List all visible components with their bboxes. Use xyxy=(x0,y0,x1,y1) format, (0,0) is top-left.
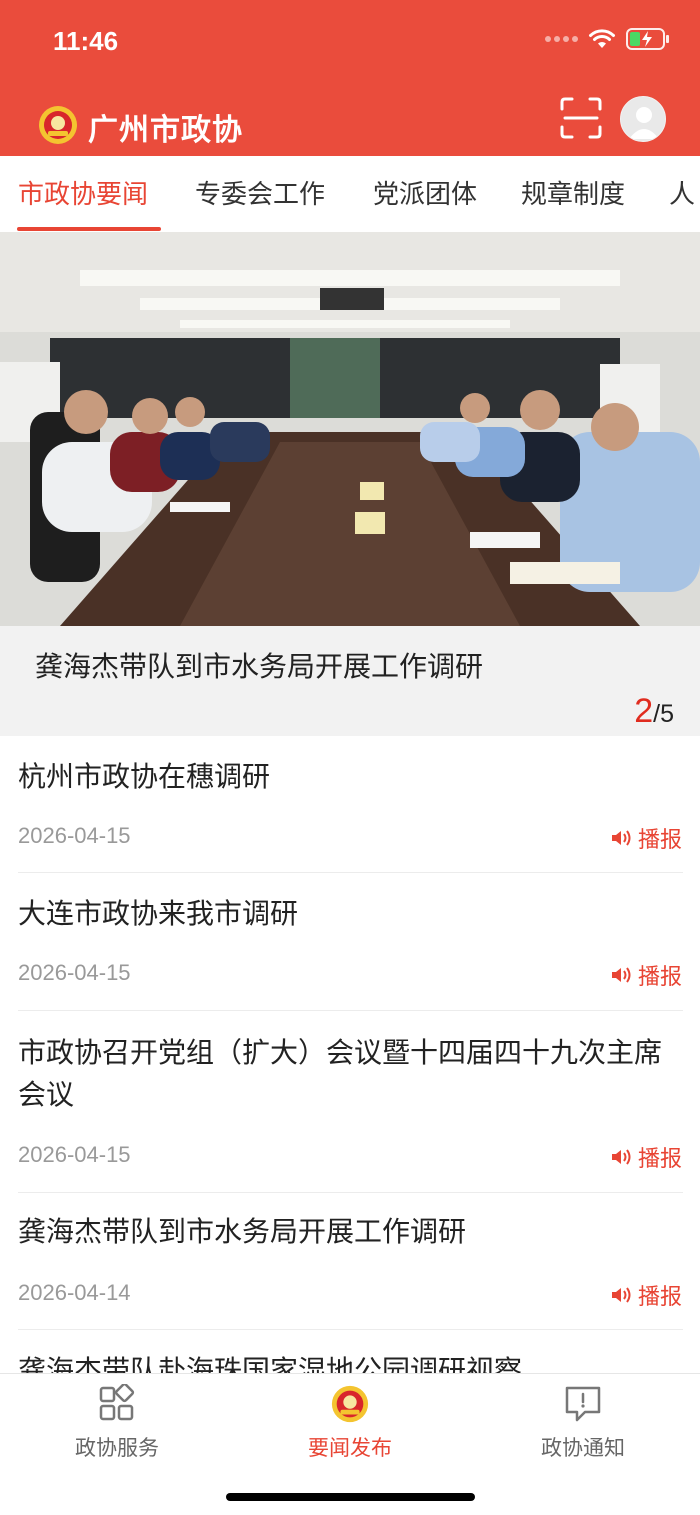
carousel-current-index: 2 xyxy=(634,692,654,730)
nav-services-label: 政协服务 xyxy=(75,1436,159,1460)
notice-bubble-icon xyxy=(565,1386,601,1422)
meeting-photo xyxy=(0,232,700,626)
tab-more[interactable]: 人 xyxy=(669,174,695,211)
carousel-pager: 2/5 xyxy=(634,692,674,731)
battery-charging-icon xyxy=(626,28,669,50)
status-icons xyxy=(545,28,670,50)
cellular-signal-icon xyxy=(545,36,578,42)
category-tabs: 市政协要闻 专委会工作 党派团体 规章制度 人 xyxy=(0,156,700,232)
nav-services[interactable]: 政协服务 xyxy=(37,1384,197,1462)
news-date: 2026-04-15 xyxy=(18,960,131,985)
list-item[interactable]: 龚海杰带队到市水务局开展工作调研 2026-04-14 播报 xyxy=(0,1193,700,1329)
broadcast-button[interactable]: 播报 xyxy=(610,1279,682,1311)
scan-icon[interactable] xyxy=(559,96,603,140)
news-date: 2026-04-14 xyxy=(18,1280,131,1305)
speaker-icon xyxy=(611,830,631,846)
news-title: 大连市政协来我市调研 xyxy=(18,897,299,930)
broadcast-button[interactable]: 播报 xyxy=(610,1141,682,1173)
news-title: 龚海杰带队到市水务局开展工作调研 xyxy=(18,1215,467,1248)
carousel-image[interactable] xyxy=(0,232,700,626)
tab-committee-work[interactable]: 专委会工作 xyxy=(195,174,325,211)
news-title: 市政协召开党组（扩大）会议暨十四届四十九次主席会议 xyxy=(18,1036,663,1111)
tab-city-news[interactable]: 市政协要闻 xyxy=(18,174,148,211)
broadcast-label: 播报 xyxy=(637,828,682,853)
nav-notices[interactable]: 政协通知 xyxy=(503,1384,663,1462)
speaker-icon xyxy=(611,1287,631,1303)
home-indicator[interactable] xyxy=(226,1493,475,1501)
list-item[interactable]: 大连市政协来我市调研 2026-04-15 播报 xyxy=(0,873,700,1009)
broadcast-label: 播报 xyxy=(637,965,682,990)
broadcast-button[interactable]: 播报 xyxy=(610,959,682,991)
speaker-icon xyxy=(611,1149,631,1165)
carousel-caption[interactable]: 龚海杰带队到市水务局开展工作调研 xyxy=(35,645,483,685)
news-title: 龚海杰带队赴海珠国家湿地公园调研视察 xyxy=(18,1354,523,1373)
avatar-icon xyxy=(621,97,665,141)
broadcast-label: 播报 xyxy=(637,1147,682,1172)
list-item[interactable]: 杭州市政协在穗调研 2026-04-15 播报 xyxy=(0,736,700,872)
app-header: 11:46 广州市政协 xyxy=(0,0,700,156)
tab-regulations[interactable]: 规章制度 xyxy=(521,174,625,211)
list-item[interactable]: 龚海杰带队赴海珠国家湿地公园调研视察 xyxy=(0,1330,700,1373)
broadcast-button[interactable]: 播报 xyxy=(610,822,682,854)
status-time: 11:46 xyxy=(53,26,119,56)
app-title: 广州市政协 xyxy=(88,113,243,148)
news-date: 2026-04-15 xyxy=(18,823,131,848)
cppcc-emblem-icon xyxy=(39,106,77,144)
active-tab-indicator xyxy=(17,227,161,231)
nav-notices-label: 政协通知 xyxy=(541,1436,625,1460)
news-date: 2026-04-15 xyxy=(18,1142,131,1167)
speaker-icon xyxy=(611,967,631,983)
list-item[interactable]: 市政协召开党组（扩大）会议暨十四届四十九次主席会议 2026-04-15 播报 xyxy=(0,1011,700,1192)
wifi-icon xyxy=(589,29,615,48)
nav-news[interactable]: 要闻发布 xyxy=(270,1384,430,1462)
tab-party-groups[interactable]: 党派团体 xyxy=(373,174,477,211)
carousel-total: /5 xyxy=(653,700,674,728)
cppcc-emblem-icon xyxy=(331,1385,369,1423)
broadcast-label: 播报 xyxy=(637,1285,682,1310)
nav-news-label: 要闻发布 xyxy=(308,1436,392,1460)
avatar[interactable] xyxy=(620,96,666,142)
news-title: 杭州市政协在穗调研 xyxy=(18,760,271,793)
grid-services-icon xyxy=(99,1384,135,1421)
